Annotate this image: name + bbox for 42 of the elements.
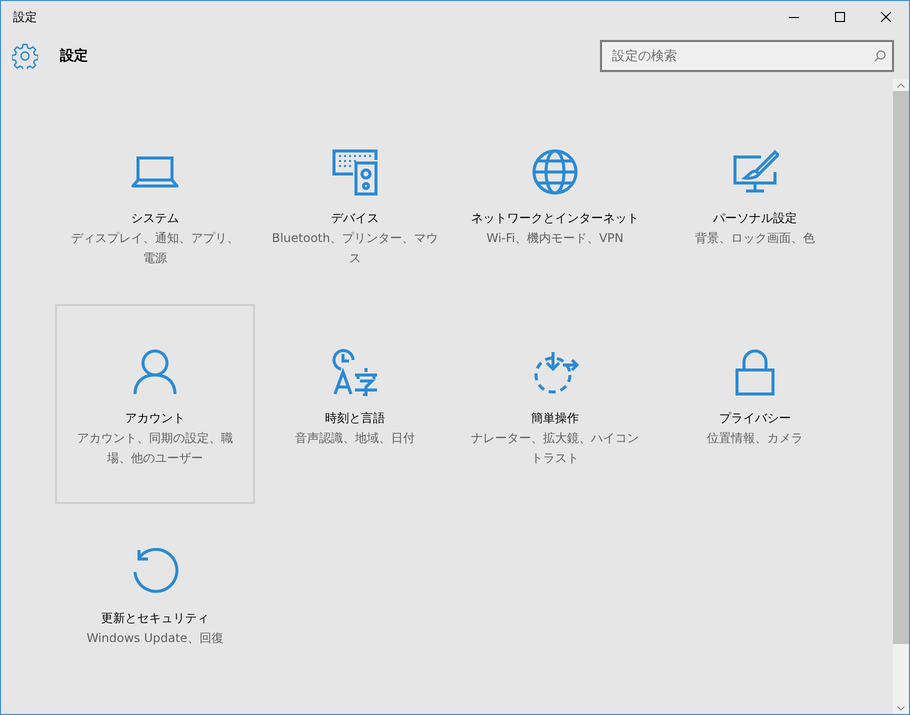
keyboard-speaker-icon [331, 148, 379, 196]
person-icon [131, 348, 179, 396]
tile-title: プライバシー [719, 410, 791, 427]
tile-description: アカウント、同期の設定、職場、他のユーザー [76, 430, 234, 467]
clock-letter-icon [331, 348, 379, 396]
tile-description: 背景、ロック画面、色 [695, 230, 815, 247]
tile-title: 簡単操作 [531, 410, 579, 427]
tile-title: システム [131, 210, 179, 227]
tile-title: アカウント [125, 410, 185, 427]
close-icon [881, 12, 891, 22]
refresh-icon [131, 548, 179, 596]
settings-tile[interactable]: 更新とセキュリティ Windows Update、回復 [55, 504, 255, 704]
tile-description: ディスプレイ、通知、アプリ、電源 [70, 230, 240, 267]
caret-up-icon [897, 82, 905, 88]
tile-description: 音声認識、地域、日付 [295, 430, 415, 447]
settings-tile[interactable]: プライバシー 位置情報、カメラ [655, 304, 855, 504]
tile-title: ネットワークとインターネット [471, 210, 639, 227]
tile-description: Windows Update、回復 [86, 630, 224, 647]
caret-down-icon [897, 706, 905, 710]
globe-icon [531, 148, 579, 196]
tile-description: Bluetooth、プリンター、マウス [270, 230, 440, 267]
tile-title: パーソナル設定 [713, 210, 797, 227]
tile-title: デバイス [331, 210, 379, 227]
search-icon [874, 50, 886, 62]
settings-tile[interactable]: システム ディスプレイ、通知、アプリ、電源 [55, 104, 255, 304]
settings-tile[interactable]: アカウント アカウント、同期の設定、職場、他のユーザー [55, 304, 255, 504]
tile-description: Wi-Fi、機内モード、VPN [486, 230, 624, 247]
tile-title: 時刻と言語 [325, 410, 385, 427]
window-title: 設定 [13, 8, 37, 26]
settings-tile[interactable]: ネットワークとインターネット Wi-Fi、機内モード、VPN [455, 104, 655, 304]
settings-icon [12, 43, 38, 69]
settings-tile[interactable]: 時刻と言語 音声認識、地域、日付 [255, 304, 455, 504]
page-title: 設定 [60, 47, 88, 65]
settings-tile[interactable]: デバイス Bluetooth、プリンター、マウス [255, 104, 455, 304]
tile-description: 位置情報、カメラ [707, 430, 803, 447]
settings-tile[interactable]: パーソナル設定 背景、ロック画面、色 [655, 104, 855, 304]
settings-tile[interactable]: 簡単操作 ナレーター、拡大鏡、ハイコントラスト [455, 304, 655, 504]
tile-description: ナレーター、拡大鏡、ハイコントラスト [470, 430, 640, 467]
maximize-icon [835, 12, 845, 22]
tile-title: 更新とセキュリティ [101, 610, 209, 627]
search-field[interactable]: 設定の検索 [600, 40, 894, 72]
scrollbar-thumb[interactable] [893, 91, 909, 644]
